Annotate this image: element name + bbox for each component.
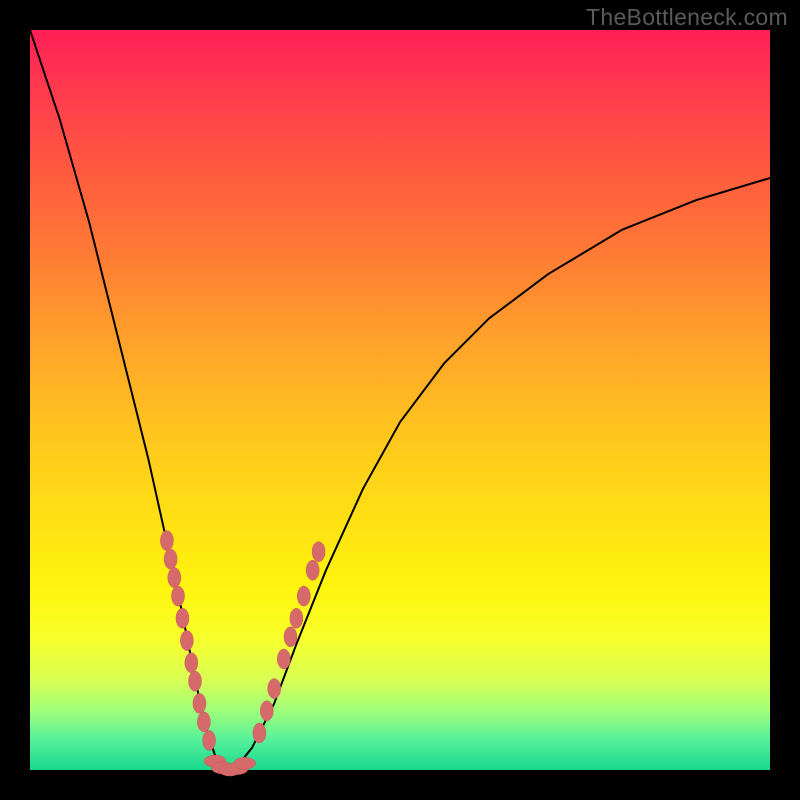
chart-frame: TheBottleneck.com xyxy=(0,0,800,800)
data-marker xyxy=(172,586,185,606)
data-marker xyxy=(284,627,297,647)
data-marker xyxy=(180,631,193,651)
data-markers xyxy=(160,531,325,776)
data-marker xyxy=(306,560,319,580)
data-marker xyxy=(260,701,273,721)
data-marker xyxy=(203,730,216,750)
data-marker xyxy=(297,586,310,606)
data-marker xyxy=(253,723,266,743)
data-marker xyxy=(168,568,181,588)
data-marker xyxy=(160,531,173,551)
data-marker xyxy=(176,608,189,628)
data-marker xyxy=(193,693,206,713)
data-marker xyxy=(197,712,210,732)
data-marker xyxy=(268,679,281,699)
data-marker xyxy=(312,542,325,562)
bottleneck-curve xyxy=(30,30,770,770)
data-marker xyxy=(189,671,202,691)
data-marker xyxy=(290,608,303,628)
data-marker xyxy=(234,757,256,769)
data-marker xyxy=(277,649,290,669)
plot-area xyxy=(30,30,770,770)
data-marker xyxy=(185,653,198,673)
curve-svg xyxy=(30,30,770,770)
data-marker xyxy=(164,549,177,569)
watermark-text: TheBottleneck.com xyxy=(586,4,788,31)
